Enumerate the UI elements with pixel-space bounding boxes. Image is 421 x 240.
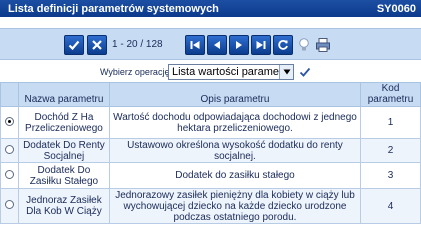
row-radio-cell	[0, 138, 19, 163]
toolbar: 1 - 20 / 128	[0, 28, 421, 60]
first-page-icon	[190, 41, 200, 49]
parameter-name: Jednoraz Zasiłek Dla Kob W Ciąży	[17, 188, 110, 224]
code-column-header[interactable]: Kod parametru	[360, 82, 421, 107]
parameter-name: Dodatek Do Zasiłku Stałego	[17, 162, 110, 189]
x-icon	[92, 40, 102, 50]
parameter-description: Dodatek do zasiłku stałego	[108, 162, 362, 189]
row-select-radio[interactable]	[4, 200, 14, 209]
accept-button[interactable]	[64, 35, 84, 55]
next-page-button[interactable]	[229, 35, 249, 55]
refresh-button[interactable]	[273, 35, 293, 55]
table-row[interactable]: Dodatek Do Zasiłku Stałego Dodatek do za…	[0, 162, 421, 189]
print-icon	[316, 38, 330, 52]
operation-bar: Wybierz operację: Lista wartości paramet…	[0, 64, 421, 80]
parameter-code: 2	[360, 138, 421, 163]
last-page-icon	[256, 41, 266, 49]
last-page-button[interactable]	[251, 35, 271, 55]
row-radio-cell	[0, 162, 19, 189]
parameter-description: Jednorazowy zasiłek pieniężny dla kobiet…	[108, 188, 362, 224]
operation-label: Wybierz operację:	[100, 67, 172, 77]
row-select-radio[interactable]	[4, 144, 14, 154]
parameter-description: Wartość dochodu odpowiadająca dochodowi …	[108, 106, 362, 139]
chevron-down-icon[interactable]	[279, 65, 293, 79]
table-header-row: Nazwa parametru Opis parametru Kod param…	[0, 82, 421, 107]
first-page-button[interactable]	[185, 35, 205, 55]
parameters-table: Nazwa parametru Opis parametru Kod param…	[0, 82, 421, 224]
parameter-code: 1	[360, 106, 421, 139]
description-column-header[interactable]: Opis parametru	[108, 82, 362, 107]
row-radio-cell	[0, 106, 19, 139]
parameter-code: 4	[360, 188, 421, 224]
operation-select[interactable]: Lista wartości parametru	[168, 64, 294, 80]
check-icon	[299, 67, 311, 77]
parameter-code: 3	[360, 162, 421, 189]
row-select-radio[interactable]	[4, 116, 14, 126]
name-column-header[interactable]: Nazwa parametru	[17, 82, 110, 107]
select-column-header	[0, 82, 19, 107]
cancel-button[interactable]	[87, 35, 107, 55]
prev-page-icon	[214, 41, 220, 49]
parameter-description: Ustawowo określona wysokość dodatku do r…	[108, 138, 362, 163]
lightbulb-icon	[299, 38, 309, 51]
prev-page-button[interactable]	[207, 35, 227, 55]
row-radio-cell	[0, 188, 19, 224]
table-row[interactable]: Dochód Z Ha Przeliczeniowego Wartość doc…	[0, 106, 421, 139]
parameter-name: Dochód Z Ha Przeliczeniowego	[17, 106, 110, 139]
check-icon	[68, 40, 80, 51]
operation-confirm-button[interactable]	[297, 64, 313, 80]
table-row[interactable]: Dodatek Do Renty Socjalnej Ustawowo okre…	[0, 138, 421, 163]
row-select-radio[interactable]	[4, 169, 14, 179]
parameter-name: Dodatek Do Renty Socjalnej	[17, 138, 110, 163]
window-code: SY0060	[376, 2, 416, 15]
window-title: Lista definicji parametrów systemowych	[8, 2, 219, 15]
record-counter: 1 - 20 / 128	[112, 39, 163, 50]
hint-button[interactable]	[294, 35, 314, 55]
operation-select-value: Lista wartości parametru	[172, 66, 279, 78]
refresh-icon	[278, 39, 288, 50]
next-page-icon	[236, 41, 242, 49]
table-row[interactable]: Jednoraz Zasiłek Dla Kob W Ciąży Jednora…	[0, 188, 421, 224]
print-button[interactable]	[313, 35, 333, 55]
window-titlebar: Lista definicji parametrów systemowych S…	[0, 0, 421, 17]
main-panel: 1 - 20 / 128 Wybierz operację: Lista war…	[0, 17, 421, 224]
